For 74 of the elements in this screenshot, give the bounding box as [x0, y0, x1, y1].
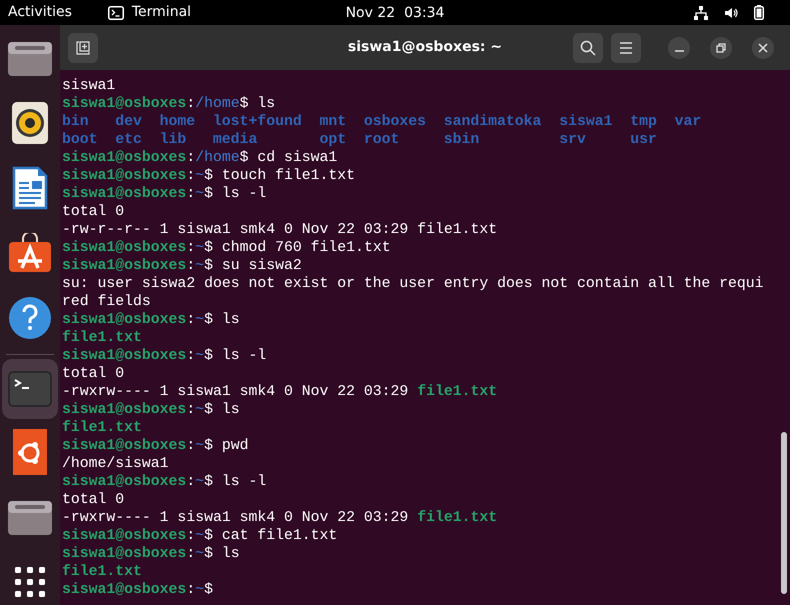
- directory-name: siswa1: [559, 113, 612, 131]
- terminal-line: file1.txt: [62, 419, 142, 437]
- terminal-line: siswa1@osboxes:~$ touch file1.txt: [62, 167, 356, 185]
- restore-button[interactable]: [710, 36, 732, 58]
- directory-name: media: [212, 131, 258, 149]
- minimize-button[interactable]: [668, 36, 690, 58]
- terminal-line: total 0: [62, 203, 124, 221]
- directory-name: tmp: [630, 113, 657, 131]
- terminal-line: siswa1@osboxes:~$ ls -l: [62, 473, 266, 491]
- close-button[interactable]: [752, 36, 774, 58]
- directory-name: sbin: [444, 131, 480, 149]
- help-icon: [8, 296, 52, 340]
- restore-icon: [716, 42, 726, 52]
- terminal-line: siswa1@osboxes:~$ chmod 760 file1.txt: [62, 239, 391, 257]
- terminal-line: file1.txt: [62, 329, 142, 347]
- terminal-line: total 0: [62, 365, 124, 383]
- terminal-line: file1.txt: [62, 563, 142, 581]
- activities-button[interactable]: Activities: [8, 2, 72, 23]
- directory-name: dev: [115, 113, 142, 131]
- terminal-line: siswa1@osboxes:~$ ls -l: [62, 347, 266, 365]
- terminal-icon: [108, 6, 124, 20]
- directory-name: home: [160, 113, 196, 131]
- terminal-line: siswa1@osboxes:~$ cat file1.txt: [62, 527, 338, 545]
- network-icon[interactable]: [694, 6, 708, 20]
- document-icon: [12, 166, 48, 210]
- terminal-line: -rwxrw---- 1 siswa1 smk4 0 Nov 22 03:29 file1.txt: [62, 383, 498, 401]
- close-icon: [758, 42, 768, 52]
- terminal-line: siswa1@osboxes:~$: [62, 581, 213, 599]
- menu-button[interactable]: [611, 32, 641, 62]
- speaker-icon: [11, 100, 49, 144]
- directory-name: mnt: [319, 113, 346, 131]
- terminal-line: siswa1@osboxes:/home$ ls: [62, 95, 276, 113]
- scrollbar[interactable]: [781, 432, 787, 594]
- terminal-line: siswa1@osboxes:~$ ls: [62, 311, 240, 329]
- terminal-line: -rw-r--r-- 1 siswa1 smk4 0 Nov 22 03:29 file1.txt: [62, 221, 498, 239]
- shopping-bag-icon: [8, 232, 52, 272]
- directory-name: lib: [160, 131, 186, 149]
- window-title: siswa1@osboxes: ~: [348, 39, 502, 55]
- terminal-line: siswa1@osboxes:~$ ls: [62, 401, 240, 419]
- app-grid-icon: [14, 566, 46, 598]
- app-menu[interactable]: Terminal: [108, 2, 192, 23]
- directory-name: bin: [62, 113, 89, 131]
- new-tab-button[interactable]: [68, 32, 98, 62]
- directory-name: osboxes: [364, 113, 426, 131]
- directory-name: lost+found: [212, 113, 302, 131]
- terminal-line: siswa1@osboxes:/home$ cd siswa1: [62, 149, 338, 167]
- terminal-line: su: user siswa2 does not exist or the user entry does not contain all the requi: [62, 275, 764, 293]
- terminal-line: siswa1@osboxes:~$ ls: [62, 545, 240, 563]
- terminal-line: total 0: [62, 491, 124, 509]
- volume-icon[interactable]: [724, 6, 738, 20]
- clock[interactable]: Nov 22 03:34: [346, 5, 444, 21]
- terminal-icon: [8, 371, 52, 407]
- directory-name: opt: [319, 131, 346, 149]
- ubuntu-icon: [13, 428, 47, 474]
- directory-name: sandimatoka: [444, 113, 542, 131]
- directory-name: etc: [115, 131, 142, 149]
- minimize-icon: [674, 50, 684, 52]
- new-tab-icon: [76, 40, 90, 54]
- directory-name: boot: [62, 131, 98, 149]
- terminal-line: siswa1: [62, 77, 116, 95]
- directory-name: srv: [559, 131, 586, 149]
- terminal-line: /home/siswa1: [62, 455, 169, 473]
- directory-name: usr: [630, 131, 657, 149]
- terminal-line: siswa1@osboxes:~$ ls -l: [62, 185, 266, 203]
- terminal-line: siswa1@osboxes:~$ pwd: [62, 437, 249, 455]
- menu-icon: [619, 42, 633, 54]
- directory-name: root: [364, 131, 400, 149]
- search-icon: [580, 40, 596, 56]
- directory-name: var: [674, 113, 702, 131]
- battery-icon[interactable]: [754, 5, 764, 20]
- terminal-line: red fields: [62, 293, 151, 311]
- terminal-line: siswa1@osboxes:~$ su siswa2: [62, 257, 302, 275]
- search-button[interactable]: [573, 32, 603, 62]
- terminal-line: -rwxrw---- 1 siswa1 smk4 0 Nov 22 03:29 file1.txt: [62, 509, 498, 527]
